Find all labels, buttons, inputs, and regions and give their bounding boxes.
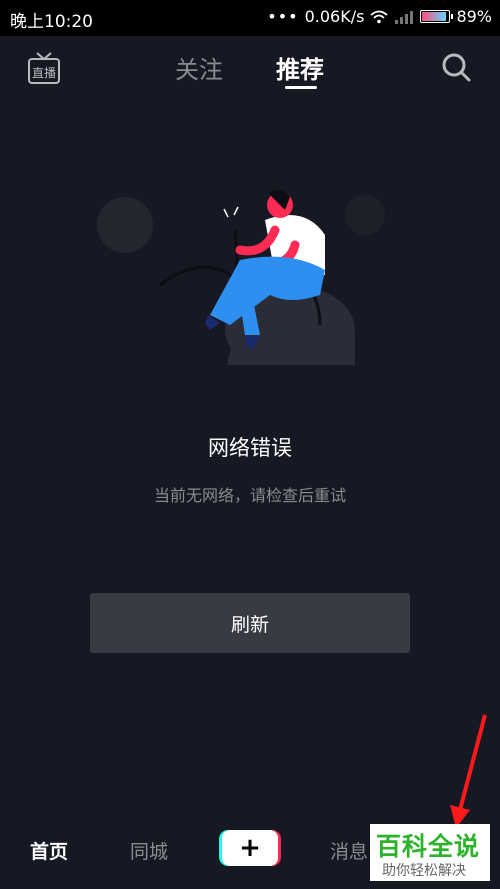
error-description: 当前无网络，请检查后重试 — [153, 486, 346, 505]
search-icon[interactable] — [440, 51, 472, 83]
watermark: 百科全说 助你轻松解决 — [370, 824, 490, 881]
active-tab-indicator — [285, 86, 317, 89]
status-time: 晚上10:20 — [10, 12, 93, 32]
plus-icon: + — [222, 830, 278, 866]
nav-home[interactable]: 首页 — [30, 837, 68, 864]
error-title: 网络错误 — [208, 436, 292, 460]
status-right: ••• 0.06K/s 89% — [267, 7, 492, 26]
watermark-main: 百科全说 — [376, 832, 481, 861]
battery-icon — [420, 10, 454, 23]
nav-nearby[interactable]: 同城 — [130, 837, 168, 864]
signal-icon — [395, 10, 414, 24]
refresh-button[interactable]: 刷新 — [90, 593, 410, 653]
create-button[interactable]: + — [219, 830, 281, 866]
status-bar: 晚上10:20 ••• 0.06K/s 89% — [0, 0, 500, 36]
more-dots-icon: ••• — [267, 7, 299, 26]
live-label: 直播 — [32, 66, 56, 80]
watermark-sub: 助你轻松解决 — [382, 863, 466, 879]
top-nav: 直播 关注 推荐 — [0, 36, 500, 106]
wifi-icon — [370, 10, 389, 23]
battery-percent: 89% — [456, 7, 492, 26]
red-arrow-annotation — [450, 714, 487, 828]
tab-follow[interactable]: 关注 — [175, 50, 223, 85]
battery-fill — [422, 12, 446, 21]
tab-recommend[interactable]: 推荐 — [276, 50, 324, 85]
network-error-illustration — [97, 189, 385, 365]
app-screen: 晚上10:20 ••• 0.06K/s 89% 直播 关注 推荐 网络错误 当前… — [0, 0, 500, 889]
live-tv-icon[interactable]: 直播 — [26, 50, 62, 86]
nav-messages[interactable]: 消息 — [330, 837, 368, 864]
network-speed: 0.06K/s — [304, 7, 365, 26]
